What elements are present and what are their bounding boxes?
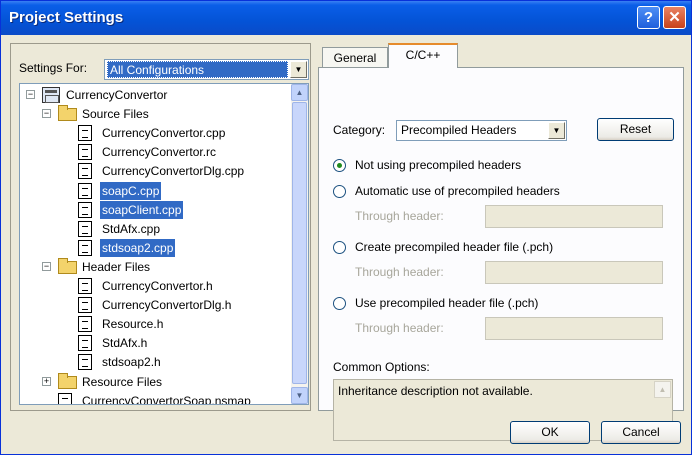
file-icon <box>78 297 92 313</box>
radio-icon[interactable] <box>333 185 346 198</box>
option-label: Automatic use of precompiled headers <box>355 184 560 198</box>
folder-icon <box>58 105 77 121</box>
file-icon <box>58 393 72 404</box>
category-label: Category: <box>333 123 386 137</box>
reset-button[interactable]: Reset <box>597 118 674 141</box>
option-label: Create precompiled header file (.pch) <box>355 240 554 254</box>
through-header-input-use[interactable] <box>485 317 663 340</box>
tree-folder[interactable]: − Source Files <box>20 105 290 123</box>
file-icon <box>78 278 92 294</box>
common-options-text: Inheritance description not available. <box>338 384 533 398</box>
common-options-label: Common Options: <box>333 360 430 374</box>
tree-item-label: Source Files <box>82 107 149 121</box>
chevron-down-icon[interactable]: ▼ <box>290 61 307 78</box>
project-icon <box>42 87 60 103</box>
dialog-client-area: Settings For: All Configurations ▼ ▲ ▼ −… <box>4 35 688 453</box>
radio-icon[interactable] <box>333 297 346 310</box>
tree-item-label: CurrencyConvertor.cpp <box>102 126 226 140</box>
tree-file[interactable]: Resource.h <box>20 315 290 333</box>
settings-for-value: All Configurations <box>107 61 288 78</box>
radio-icon[interactable] <box>333 241 346 254</box>
window-title: Project Settings <box>9 9 124 26</box>
tree-item-label: Header Files <box>82 260 151 274</box>
tree-file[interactable]: CurrencyConvertor.h <box>20 277 290 295</box>
file-icon <box>78 144 92 160</box>
option-label: Use precompiled header file (.pch) <box>355 296 539 310</box>
ok-button[interactable]: OK <box>510 421 590 444</box>
scrollbar-thumb[interactable] <box>292 102 307 384</box>
file-icon <box>78 183 92 199</box>
through-header-label: Through header: <box>355 321 444 335</box>
through-header-label: Through header: <box>355 209 444 223</box>
tree-folder[interactable]: + Resource Files <box>20 373 290 391</box>
tree-file[interactable]: CurrencyConvertorDlg.cpp <box>20 162 290 180</box>
expand-icon[interactable]: + <box>42 377 51 386</box>
collapse-icon[interactable]: − <box>42 109 51 118</box>
tree-item-label: Resource Files <box>82 375 163 389</box>
tree-file[interactable]: CurrencyConvertorDlg.h <box>20 296 290 314</box>
tree-item-label: stdsoap2.cpp <box>100 239 176 257</box>
help-button[interactable]: ? <box>637 6 660 29</box>
tree-item-label: soapC.cpp <box>100 182 162 200</box>
scroll-up-icon[interactable]: ▲ <box>291 84 308 101</box>
tree-file[interactable]: StdAfx.h <box>20 334 290 352</box>
tree-file[interactable]: stdsoap2.cpp <box>20 239 290 257</box>
tree-file[interactable]: CurrencyConvertorSoap.nsmap <box>20 392 290 405</box>
file-icon <box>78 316 92 332</box>
tree-item-label: CurrencyConvertorDlg.h <box>102 298 232 312</box>
project-settings-dialog: Project Settings ? ✕ Settings For: All C… <box>0 0 692 455</box>
title-bar[interactable]: Project Settings ? ✕ <box>1 1 691 35</box>
option-label: Not using precompiled headers <box>355 158 522 172</box>
tree-item-label: CurrencyConvertor.rc <box>102 145 217 159</box>
category-value: Precompiled Headers <box>401 123 517 137</box>
c-cpp-tab-panel: Category: Precompiled Headers ▼ Reset No… <box>318 67 684 441</box>
tree-item-label: CurrencyConvertor.h <box>102 279 213 293</box>
through-header-input-automatic[interactable] <box>485 205 663 228</box>
folder-icon <box>58 373 77 389</box>
collapse-icon[interactable]: − <box>26 90 35 99</box>
tree-file[interactable]: soapC.cpp <box>20 182 290 200</box>
tree-item-label: CurrencyConvertor <box>66 88 168 102</box>
cancel-button[interactable]: Cancel <box>601 421 681 444</box>
file-icon <box>78 354 92 370</box>
project-tree[interactable]: ▲ ▼ − CurrencyConvertor − Source Files Curre… <box>19 83 309 405</box>
tab-c-cpp[interactable]: C/C++ <box>388 43 458 68</box>
radio-selected-icon[interactable] <box>333 159 346 172</box>
tree-file[interactable]: stdsoap2.h <box>20 353 290 371</box>
tree-item-label: CurrencyConvertorDlg.cpp <box>102 164 245 178</box>
file-icon <box>78 240 92 256</box>
file-icon <box>78 125 92 141</box>
file-icon <box>78 221 92 237</box>
tree-file[interactable]: soapClient.cpp <box>20 201 290 219</box>
tree-file[interactable]: StdAfx.cpp <box>20 220 290 238</box>
scroll-up-icon[interactable]: ▲ <box>654 381 671 398</box>
collapse-icon[interactable]: − <box>42 262 51 271</box>
folder-icon <box>58 258 77 274</box>
tree-item-label: soapClient.cpp <box>100 201 184 219</box>
tree-item-label: StdAfx.cpp <box>102 222 161 236</box>
tree-folder[interactable]: − Header Files <box>20 258 290 276</box>
tree-scrollbar[interactable]: ▲ ▼ <box>291 84 308 404</box>
tree-file[interactable]: CurrencyConvertor.rc <box>20 143 290 161</box>
chevron-down-icon[interactable]: ▼ <box>548 122 565 139</box>
settings-for-pane: Settings For: All Configurations ▼ ▲ ▼ −… <box>10 43 311 411</box>
file-icon <box>78 335 92 351</box>
through-header-input-create[interactable] <box>485 261 663 284</box>
scroll-down-icon[interactable]: ▼ <box>291 387 308 404</box>
tree-project[interactable]: − CurrencyConvertor <box>20 86 290 104</box>
tree-item-label: StdAfx.h <box>102 336 148 350</box>
settings-for-dropdown[interactable]: All Configurations ▼ <box>104 59 309 80</box>
tree-item-label: Resource.h <box>102 317 164 331</box>
tree-item-label: CurrencyConvertorSoap.nsmap <box>82 394 251 405</box>
file-icon <box>78 202 92 218</box>
close-button[interactable]: ✕ <box>663 6 686 29</box>
tree-item-label: stdsoap2.h <box>102 355 161 369</box>
category-dropdown[interactable]: Precompiled Headers ▼ <box>396 120 567 141</box>
file-icon <box>78 163 92 179</box>
tab-general[interactable]: General <box>322 47 388 67</box>
tree-file[interactable]: CurrencyConvertor.cpp <box>20 124 290 142</box>
settings-for-label: Settings For: <box>19 61 88 75</box>
through-header-label: Through header: <box>355 265 444 279</box>
